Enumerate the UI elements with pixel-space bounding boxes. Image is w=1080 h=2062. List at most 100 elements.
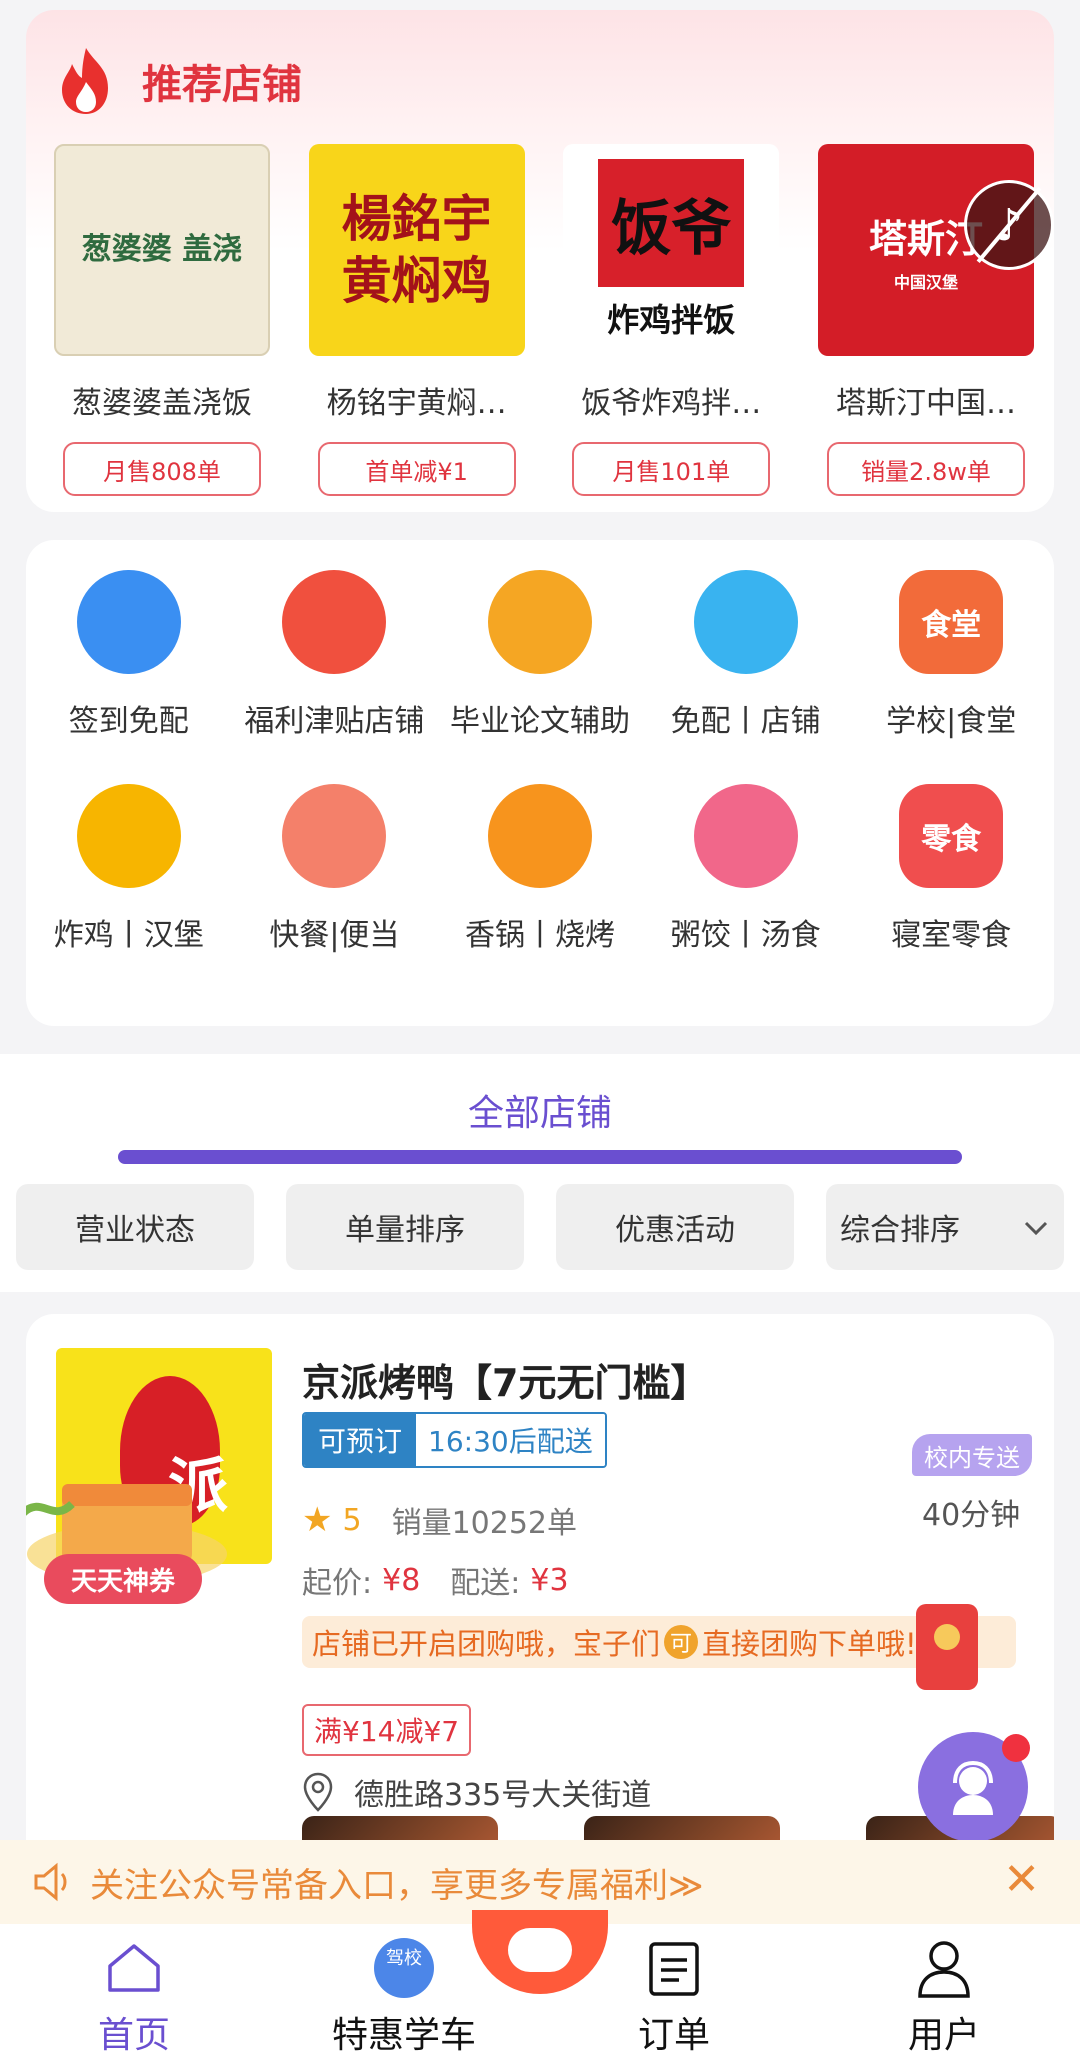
driving-icon-text: 驾校 xyxy=(374,1938,434,1998)
nav-user-label: 用户 xyxy=(907,2015,980,2056)
tab-indicator xyxy=(118,1150,962,1164)
fire-icon xyxy=(62,48,108,114)
logo-text: 楊銘宇 黄焖鸡 xyxy=(341,190,492,310)
logo-text: 饭爷 xyxy=(598,159,745,287)
category-label: 粥饺丨汤食 xyxy=(670,918,821,953)
shop-logo[interactable]: 葱婆婆 盖浇 xyxy=(54,144,270,356)
group-text-1: 店铺已开启团购哦，宝子们 xyxy=(312,1627,661,1661)
category-label: 香锅丨烧烤 xyxy=(464,918,615,953)
chevron-down-icon xyxy=(1024,1221,1048,1236)
nav-user[interactable]: 用户 xyxy=(844,1936,1044,2058)
coupon-badge[interactable]: 天天神券 xyxy=(44,1554,202,1604)
shop-card-fanye[interactable]: 饭爷 炸鸡拌饭 饭爷炸鸡拌… 月售101单 xyxy=(563,144,780,496)
shop-sales-tag: 月售101单 xyxy=(572,442,771,496)
shop-title[interactable]: 京派烤鸭【7元无门槛】 xyxy=(302,1352,708,1407)
star-icon: ★ xyxy=(302,1500,333,1540)
basket-icon xyxy=(693,570,798,674)
spoon-fork-icon xyxy=(282,570,387,674)
noodle-bowl-icon xyxy=(693,784,798,888)
nav-home-label: 首页 xyxy=(97,2015,170,2056)
nav-orders[interactable]: 订单 xyxy=(574,1936,774,2058)
burger-icon xyxy=(76,784,181,888)
shop-name[interactable]: 葱婆婆盖浇饭 xyxy=(54,378,270,422)
min-price: ¥8 xyxy=(382,1562,421,1598)
music-toggle-icon[interactable]: ♪ xyxy=(964,180,1054,270)
promo-tag: 满¥14减¥7 xyxy=(302,1704,472,1756)
user-icon xyxy=(912,1936,976,2000)
shop-name[interactable]: 饭爷炸鸡拌… xyxy=(563,378,779,422)
nav-orders-label: 订单 xyxy=(637,2015,710,2056)
sales-count: 销量10252单 xyxy=(391,1506,578,1541)
category-item[interactable]: 签到免配 xyxy=(26,570,232,740)
shop-logo[interactable]: 楊銘宇 黄焖鸡 xyxy=(308,144,525,356)
snack-icon: 零食 xyxy=(899,784,1004,888)
campus-delivery-tag: 校内专送 xyxy=(912,1434,1032,1476)
category-label: 学校|食堂 xyxy=(886,704,1017,739)
filter-order-count-button[interactable]: 单量排序 xyxy=(286,1184,524,1270)
category-item[interactable]: 香锅丨烧烤 xyxy=(437,784,643,954)
category-item[interactable]: 毕业论文辅助 xyxy=(437,570,643,740)
group-badge-icon: 可 xyxy=(664,1625,699,1659)
notice-text[interactable]: 关注公众号常备入口，享更多专属福利≫ xyxy=(90,1858,704,1907)
category-item[interactable]: 食堂 学校|食堂 xyxy=(848,570,1054,740)
preorder-tag: 可预订 16:30后配送 xyxy=(302,1412,607,1468)
skewer-icon xyxy=(487,784,592,888)
logo-subtext: 中国汉堡 xyxy=(893,272,958,292)
customer-service-icon[interactable] xyxy=(918,1732,1030,1842)
shop-logo[interactable]: 饭爷 炸鸡拌饭 xyxy=(563,144,780,356)
min-price-label: 起价: xyxy=(302,1566,373,1601)
filter-bar: 营业状态 单量排序 优惠活动 综合排序 xyxy=(16,1184,1064,1270)
group-buy-banner[interactable]: 店铺已开启团购哦，宝子们 可 直接团购下单哦! xyxy=(302,1616,1016,1668)
nav-driving[interactable]: 驾校 特惠学车 xyxy=(304,1936,504,2058)
recommended-title: 推荐店铺 xyxy=(142,62,302,108)
group-text-2: 直接团购下单哦! xyxy=(702,1627,917,1661)
preorder-label: 可预订 xyxy=(304,1414,417,1466)
logo-text: 葱婆婆 盖浇 xyxy=(81,232,243,267)
shop-card-congpopo[interactable]: 葱婆婆 盖浇 葱婆婆盖浇饭 月售808单 xyxy=(54,144,270,496)
category-item[interactable]: 粥饺丨汤食 xyxy=(643,784,849,954)
speaker-icon xyxy=(34,1862,67,1902)
home-icon xyxy=(102,1936,166,2000)
category-item[interactable]: 免配丨店铺 xyxy=(643,570,849,740)
category-item[interactable]: 福利津贴店铺 xyxy=(232,570,438,740)
nav-home[interactable]: 首页 xyxy=(34,1936,234,2058)
shop-address: 德胜路335号大关街道 xyxy=(354,1778,652,1813)
recommended-shops-card: 推荐店铺 葱婆婆 盖浇 葱婆婆盖浇饭 月售808单 楊銘宇 黄焖鸡 杨铭宇黄焖…… xyxy=(26,10,1054,512)
shop-card-yangmingyu[interactable]: 楊銘宇 黄焖鸡 杨铭宇黄焖… 首单减¥1 xyxy=(308,144,525,496)
category-item[interactable]: 零食 寝室零食 xyxy=(848,784,1054,954)
cloche-icon xyxy=(282,784,387,888)
sort-dropdown[interactable]: 综合排序 xyxy=(826,1184,1064,1270)
bee-mascot-icon xyxy=(487,570,592,674)
price-row: 起价: ¥8 配送: ¥3 xyxy=(302,1558,599,1602)
shop-name[interactable]: 杨铭宇黄焖… xyxy=(309,378,525,422)
recommended-shop-list: 葱婆婆 盖浇 葱婆婆盖浇饭 月售808单 楊銘宇 黄焖鸡 杨铭宇黄焖… 首单减¥… xyxy=(54,144,1034,496)
category-item[interactable]: 炸鸡丨汉堡 xyxy=(26,784,232,954)
shop-name[interactable]: 塔斯汀中国… xyxy=(818,378,1034,422)
filter-promotion-button[interactable]: 优惠活动 xyxy=(556,1184,794,1270)
location-pin-icon xyxy=(303,1772,333,1812)
red-packet-icon[interactable] xyxy=(916,1604,978,1690)
recommended-header: 推荐店铺 xyxy=(54,46,302,116)
category-label: 毕业论文辅助 xyxy=(449,704,630,739)
category-label: 福利津贴店铺 xyxy=(244,704,425,739)
close-icon[interactable]: ✕ xyxy=(1003,1858,1040,1902)
rating-value: 5 xyxy=(342,1502,362,1538)
category-label: 快餐|便当 xyxy=(269,918,400,953)
filter-status-button[interactable]: 营业状态 xyxy=(16,1184,254,1270)
category-label: 免配丨店铺 xyxy=(670,704,821,739)
driving-school-icon: 驾校 xyxy=(372,1936,436,2000)
category-label: 寝室零食 xyxy=(891,918,1012,953)
preorder-time: 16:30后配送 xyxy=(416,1414,605,1466)
address-row: 德胜路335号大关街道 xyxy=(302,1770,651,1814)
category-label: 签到免配 xyxy=(68,704,189,739)
category-item[interactable]: 快餐|便当 xyxy=(232,784,438,954)
orders-icon xyxy=(642,1936,706,2000)
category-grid: 签到免配 福利津贴店铺 毕业论文辅助 免配丨店铺 食堂 学校|食堂炸鸡丨汉堡 快餐|便当 香锅… xyxy=(26,570,1054,954)
logo-subtext: 炸鸡拌饭 xyxy=(607,301,736,339)
shop-promo-tag: 首单减¥1 xyxy=(317,442,516,496)
shop-sales-tag: 销量2.8w单 xyxy=(826,442,1025,496)
shop-listing-card[interactable]: 派 天天神券 京派烤鸭【7元无门槛】 可预订 16:30后配送 校内专送 40分… xyxy=(26,1314,1054,1874)
category-label: 炸鸡丨汉堡 xyxy=(53,918,204,953)
tab-all-shops[interactable]: 全部店铺 xyxy=(0,1084,1080,1136)
shop-filter-section: 全部店铺 营业状态 单量排序 优惠活动 综合排序 xyxy=(0,1054,1080,1292)
